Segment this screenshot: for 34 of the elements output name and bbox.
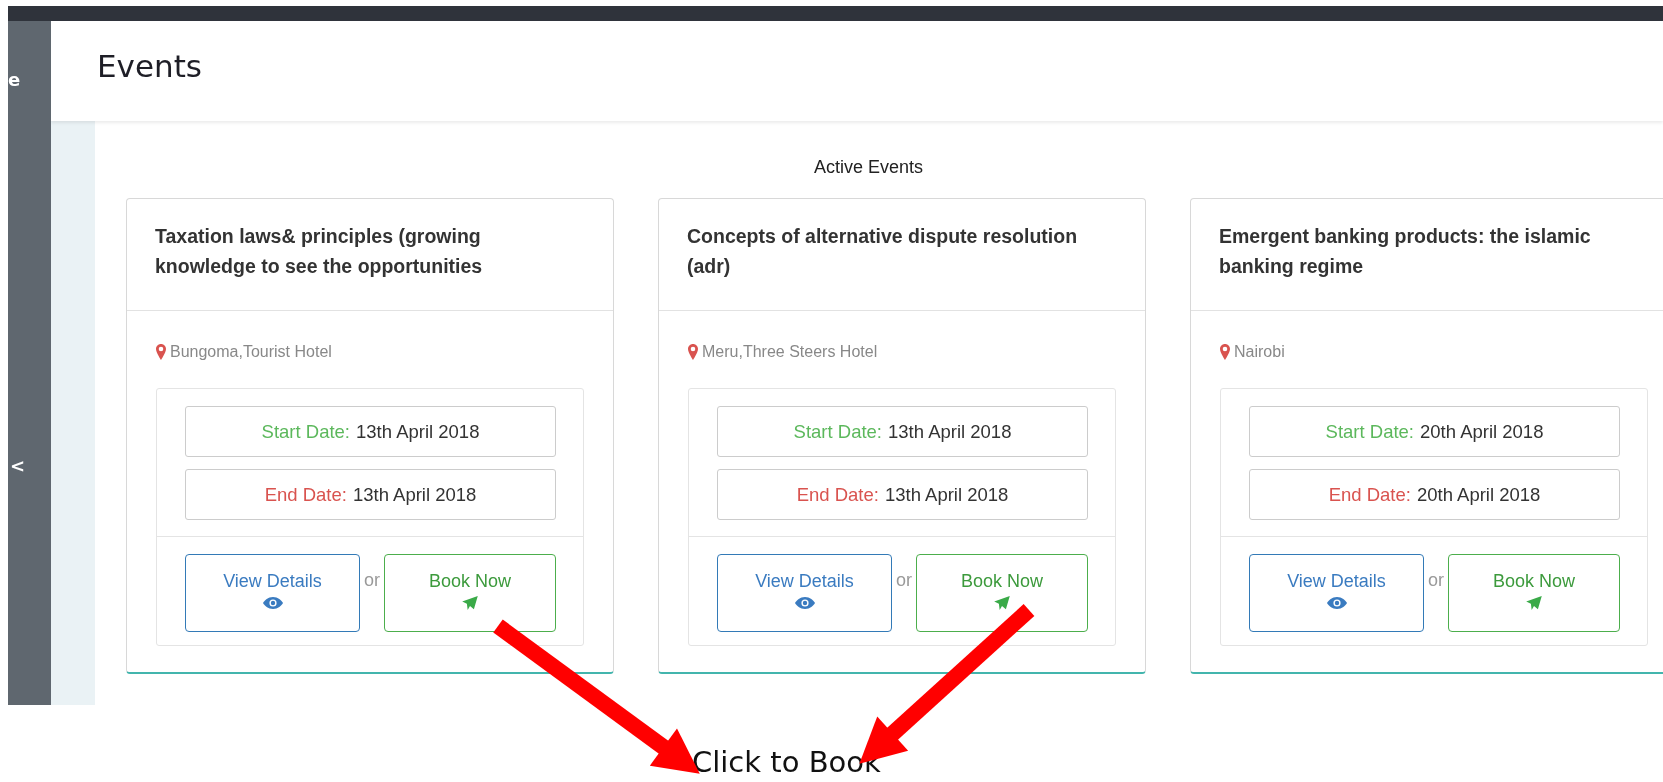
paper-plane-icon (992, 596, 1012, 610)
event-title: Taxation laws& principles (growing knowledge to see the opportunities (155, 224, 484, 279)
start-date: Start Date: 13th April 2018 (185, 406, 556, 457)
end-date: End Date: 20th April 2018 (1249, 469, 1620, 520)
end-date: End Date: 13th April 2018 (717, 469, 1088, 520)
paper-plane-icon (460, 596, 480, 610)
event-location: Meru,Three Steers Hotel (702, 343, 878, 361)
view-details-button[interactable]: View Details (1249, 554, 1424, 632)
start-date: Start Date: 13th April 2018 (717, 406, 1088, 457)
map-pin-icon (1220, 344, 1230, 360)
event-title: Concepts of alternative dispute resolution (adr) (687, 224, 1079, 279)
view-details-button[interactable]: View Details (185, 554, 360, 632)
end-date: End Date: 13th April 2018 (185, 469, 556, 520)
or-separator: or (895, 569, 913, 591)
collapse-toggle[interactable]: < (8, 455, 28, 476)
book-now-button[interactable]: Book Now (1448, 554, 1620, 632)
eye-icon (794, 596, 815, 610)
view-details-button[interactable]: View Details (717, 554, 892, 632)
map-pin-icon (688, 344, 698, 360)
eye-icon (1326, 596, 1347, 610)
section-title: Active Events (812, 157, 924, 178)
event-location: Nairobi (1234, 343, 1285, 361)
or-separator: or (363, 569, 381, 591)
start-date: Start Date: 20th April 2018 (1249, 406, 1620, 457)
book-now-button[interactable]: Book Now (916, 554, 1088, 632)
event-title: Emergent banking products: the islamic banking regime (1219, 224, 1592, 279)
eye-icon (262, 596, 283, 610)
page-title: Events (97, 48, 202, 84)
map-pin-icon (156, 344, 166, 360)
sidebar-label: e (8, 69, 21, 90)
book-now-button[interactable]: Book Now (384, 554, 556, 632)
paper-plane-icon (1524, 596, 1544, 610)
or-separator: or (1427, 569, 1445, 591)
event-location: Bungoma,Tourist Hotel (170, 343, 332, 361)
